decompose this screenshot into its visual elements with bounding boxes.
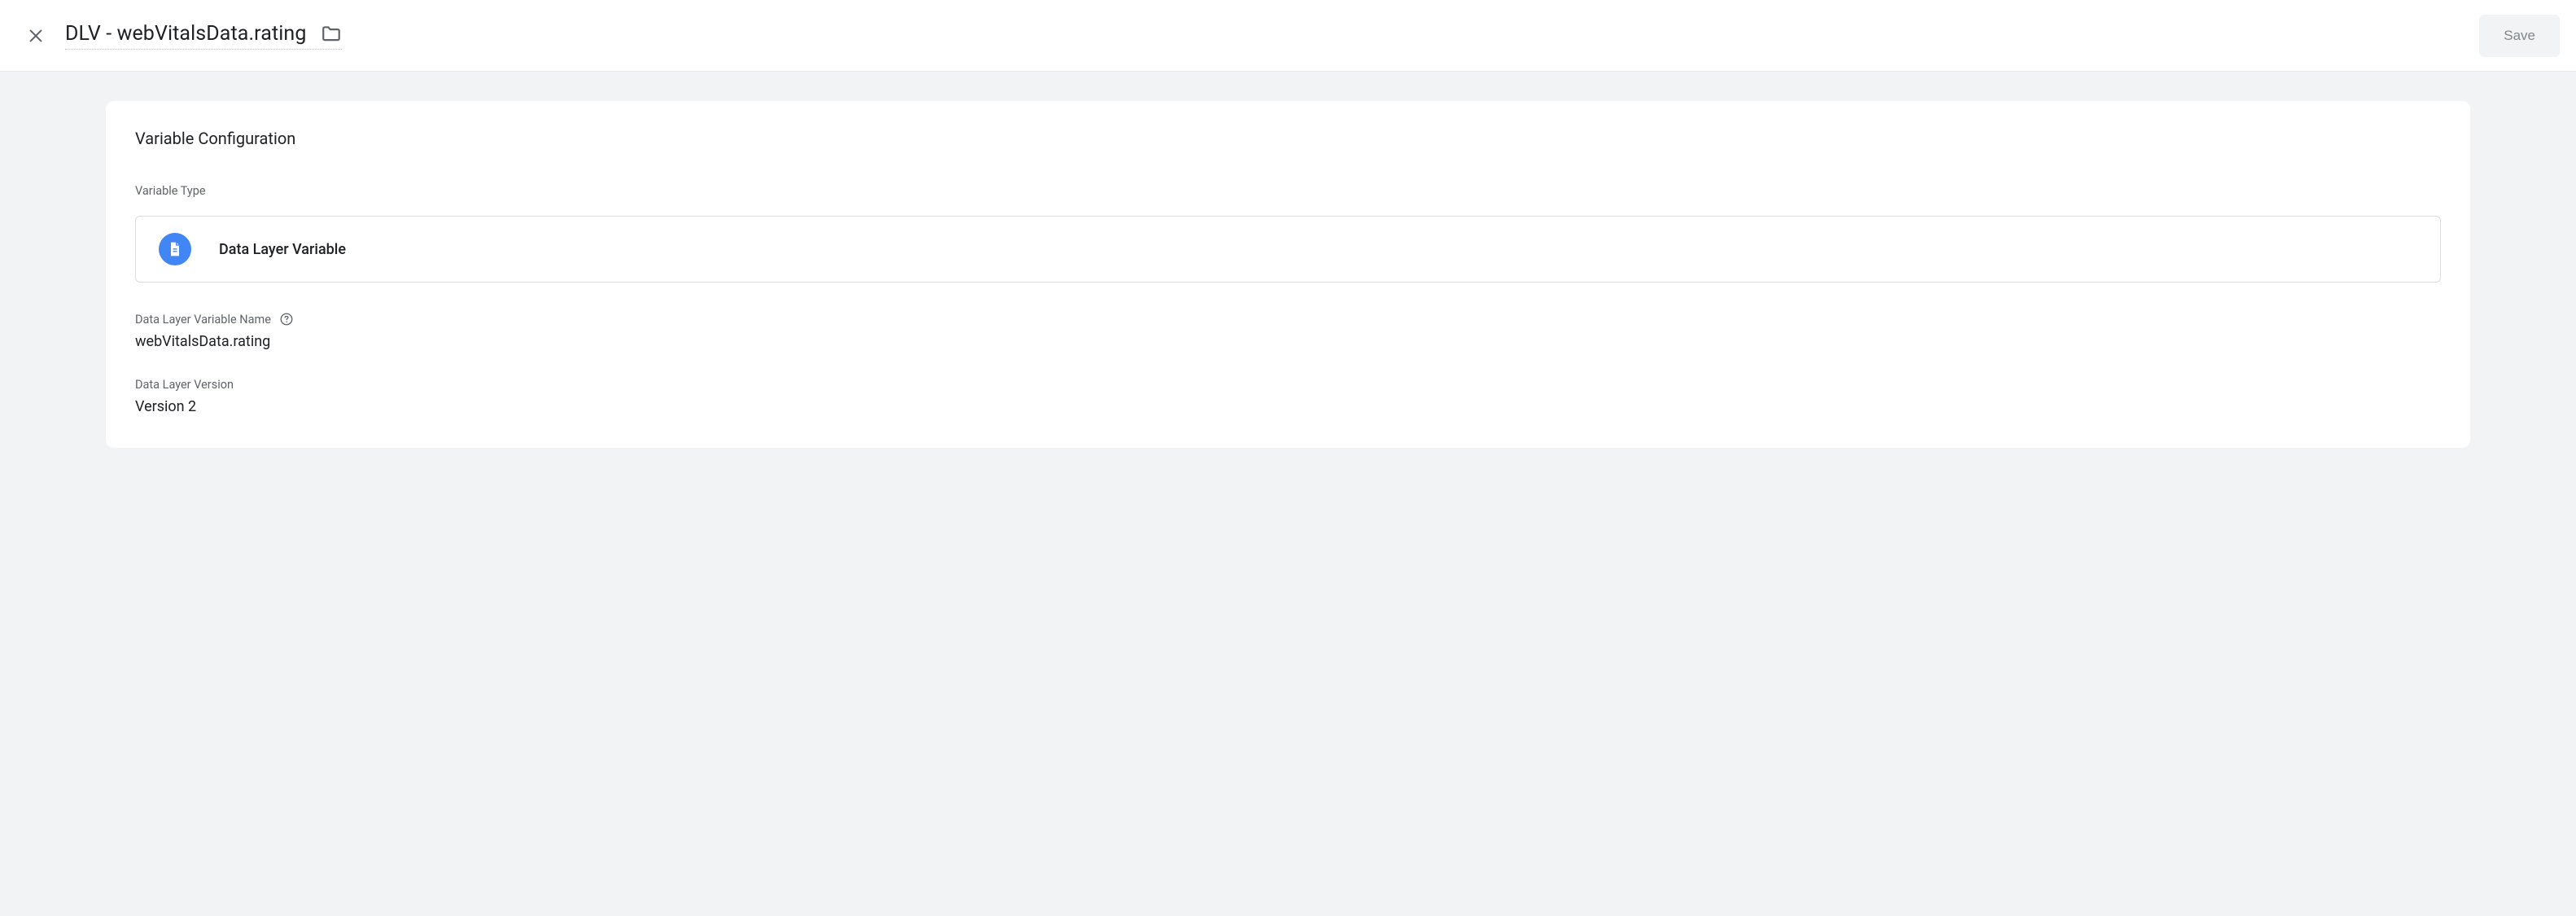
close-icon [27,27,45,45]
variable-type-selector[interactable]: Data Layer Variable [135,216,2441,283]
dlv-version-field: Data Layer Version Version 2 [135,378,2441,415]
dlv-name-label: Data Layer Variable Name [135,313,271,327]
workspace: Variable Configuration Variable Type Dat… [0,72,2576,916]
variable-title: DLV - webVitalsData.rating [65,22,306,46]
close-button[interactable] [16,16,55,55]
variable-config-card: Variable Configuration Variable Type Dat… [106,101,2470,448]
help-icon[interactable] [279,312,294,327]
folder-icon[interactable] [321,23,342,44]
dlv-name-value: webVitalsData.rating [135,333,2441,350]
dlv-version-value: Version 2 [135,398,2441,415]
variable-type-value: Data Layer Variable [219,241,346,258]
header-bar: DLV - webVitalsData.rating Save [0,0,2576,72]
card-title: Variable Configuration [135,129,2441,148]
title-input[interactable]: DLV - webVitalsData.rating [65,22,342,50]
dlv-version-label: Data Layer Version [135,378,234,392]
document-icon [159,233,191,265]
dlv-name-field: Data Layer Variable Name webVitalsData.r… [135,312,2441,350]
save-button[interactable]: Save [2479,15,2560,57]
variable-type-label: Variable Type [135,184,2441,198]
